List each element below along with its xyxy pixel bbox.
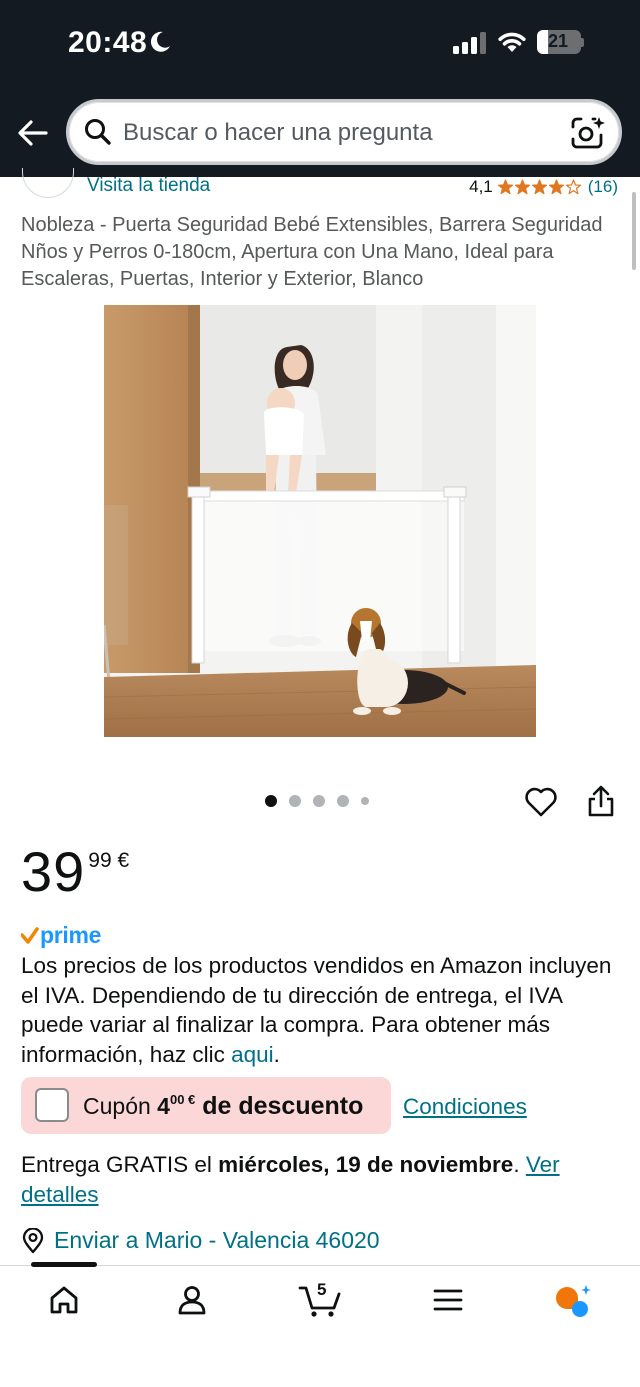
rating-summary[interactable]: 4,1 (16) xyxy=(469,177,618,197)
price-fraction: 99 € xyxy=(88,849,130,872)
nav-menu[interactable] xyxy=(418,1284,478,1324)
star-rating xyxy=(497,179,582,195)
location-pin-icon xyxy=(22,1227,44,1253)
coupon-suffix: de descuento xyxy=(195,1092,364,1120)
carousel-dot[interactable] xyxy=(265,795,277,807)
prime-label: prime xyxy=(40,922,102,948)
carousel-dot[interactable] xyxy=(361,797,369,805)
cellular-signal-icon xyxy=(453,32,486,54)
star-full-icon xyxy=(548,179,564,195)
nav-home[interactable] xyxy=(34,1284,94,1324)
battery-indicator: 21 xyxy=(537,30,584,54)
product-image[interactable] xyxy=(104,305,536,737)
coupon-amount-fraction: 00 € xyxy=(169,1092,196,1108)
prime-check-icon xyxy=(21,926,39,944)
coupon-prefix: Cupón xyxy=(83,1093,158,1119)
coupon-checkbox[interactable] xyxy=(35,1088,69,1122)
search-placeholder: Buscar o hacer una pregunta xyxy=(123,119,433,146)
image-carousel-dots[interactable] xyxy=(265,795,381,807)
coupon-amount: 400 € xyxy=(157,1092,196,1119)
product-title: Nobleza - Puerta Seguridad Bebé Extensib… xyxy=(21,214,603,290)
delivery-period: . xyxy=(513,1152,526,1177)
carousel-dot[interactable] xyxy=(313,795,325,807)
coupon-label: Cupón 400 € de descuento xyxy=(83,1092,363,1121)
home-icon xyxy=(50,1286,78,1314)
scrollbar xyxy=(632,192,636,270)
delivery-info: Entrega GRATIS el miércoles, 19 de novie… xyxy=(21,1150,621,1209)
search-icon xyxy=(85,119,111,145)
review-count[interactable]: (16) xyxy=(588,177,618,197)
nav-assistant[interactable] xyxy=(544,1284,604,1324)
price: 39 99 € xyxy=(21,842,129,902)
store-logo[interactable] xyxy=(22,168,74,198)
top-header: 20:48 21 Buscar o hacer una pregunta xyxy=(0,0,640,177)
prime-badge: prime xyxy=(21,922,101,949)
share-icon[interactable] xyxy=(586,784,616,818)
heart-icon[interactable] xyxy=(524,786,558,818)
rating-value: 4,1 xyxy=(469,177,493,196)
coupon-amount-whole: 4 xyxy=(157,1093,170,1119)
account-icon xyxy=(178,1286,206,1315)
wifi-icon xyxy=(498,32,526,52)
nav-cart[interactable]: 5 xyxy=(290,1280,350,1324)
bottom-navigation: 5 xyxy=(0,1262,640,1387)
delivery-prefix: Entrega GRATIS el xyxy=(21,1152,219,1177)
status-time: 20:48 xyxy=(68,26,148,59)
star-full-icon xyxy=(531,179,547,195)
carousel-dot[interactable] xyxy=(289,795,301,807)
location-text: Enviar a Mario - Valencia 46020 xyxy=(54,1227,380,1253)
menu-icon xyxy=(433,1289,463,1311)
star-empty-icon xyxy=(565,179,581,195)
visit-store-link[interactable]: Visita la tienda xyxy=(87,175,210,197)
active-tab-indicator xyxy=(31,1262,97,1267)
delivery-location[interactable]: Enviar a Mario - Valencia 46020 xyxy=(21,1227,380,1254)
camera-lens-icon[interactable] xyxy=(569,115,605,151)
vat-notice: Los precios de los productos vendidos en… xyxy=(21,951,621,1070)
star-full-icon xyxy=(514,179,530,195)
vat-info-link[interactable]: aqui xyxy=(231,1042,274,1067)
price-whole: 39 xyxy=(21,840,86,903)
assistant-icon xyxy=(556,1285,591,1317)
coupon-conditions-link[interactable]: Condiciones xyxy=(403,1094,527,1120)
vat-notice-end: . xyxy=(273,1042,280,1068)
carousel-dot[interactable] xyxy=(337,795,349,807)
product-photo-illustration xyxy=(104,305,536,737)
nav-account[interactable] xyxy=(162,1284,222,1324)
cart-count: 5 xyxy=(317,1280,327,1299)
battery-level: 21 xyxy=(547,31,569,51)
coupon-box[interactable]: Cupón 400 € de descuento xyxy=(21,1077,391,1134)
star-full-icon xyxy=(497,179,513,195)
search-input[interactable]: Buscar o hacer una pregunta xyxy=(66,99,622,165)
vat-notice-text: Los precios de los productos vendidos en… xyxy=(21,953,612,1068)
delivery-date: miércoles, 19 de noviembre xyxy=(218,1152,514,1177)
moon-icon xyxy=(150,31,170,52)
back-arrow-icon[interactable] xyxy=(16,116,50,150)
